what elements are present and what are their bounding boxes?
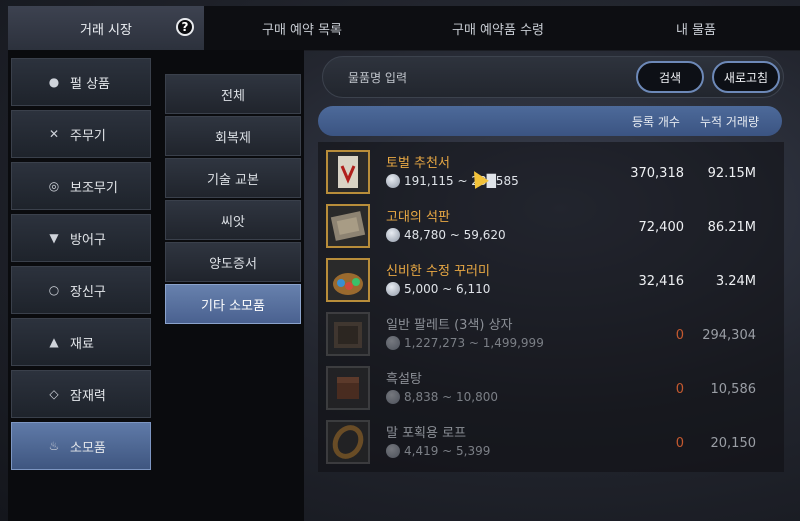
ring-icon: ○ [48, 283, 60, 297]
sugar-cube-icon [326, 366, 370, 410]
item-count: 0 [675, 436, 684, 451]
category-label: 펄 상품 [70, 76, 111, 92]
subcategory-other-consumables[interactable]: 기타 소모품 [165, 284, 301, 324]
category-potential[interactable]: ◇ 잠재력 [11, 370, 151, 418]
potion-icon: ♨ [48, 439, 60, 453]
item-price-range: 4,419 ~ 5,399 [404, 444, 491, 458]
palette-box-icon [326, 312, 370, 356]
subcategory-label: 양도증서 [209, 256, 257, 272]
category-label: 재료 [70, 336, 94, 352]
silver-coin-icon [386, 390, 400, 404]
subcategory-label: 전체 [221, 88, 245, 104]
search-button[interactable]: 검색 [636, 61, 704, 93]
list-item[interactable]: 고대의 석판 48,780 ~ 59,620 72,400 86.21M [322, 200, 782, 250]
top-tab-bar: 거래 시장 ? 구매 예약 목록 구매 예약품 수령 내 물품 [8, 6, 800, 51]
list-item[interactable]: 토벌 추천서 191,115 ~ 23█585 370,318 92.15M [322, 146, 782, 196]
item-volume: 10,586 [710, 382, 757, 397]
flask-icon: ▲ [49, 335, 59, 349]
list-item[interactable]: 일반 팔레트 (3색) 상자 1,227,273 ~ 1,499,999 0 2… [322, 308, 782, 358]
silver-coin-icon [386, 282, 400, 296]
item-name: 흑설탕 [386, 372, 422, 387]
crossed-swords-icon: ✕ [48, 127, 60, 141]
item-price-range: 48,780 ~ 59,620 [404, 228, 506, 242]
header-volume-label: 누적 거래량 [700, 115, 760, 129]
category-pearl-items[interactable]: ● 펄 상품 [11, 58, 151, 106]
tab-reserved-pickup-label: 구매 예약품 수령 [452, 22, 544, 38]
category-armor[interactable]: ▼ 방어구 [11, 214, 151, 262]
silver-coin-icon [386, 228, 400, 242]
diamond-icon: ◇ [49, 387, 59, 401]
silver-coin-icon [386, 174, 400, 188]
tab-purchase-reservations-label: 구매 예약 목록 [261, 22, 343, 38]
item-count: 0 [675, 328, 684, 343]
category-main-weapon[interactable]: ✕ 주무기 [11, 110, 151, 158]
item-price-range: 8,838 ~ 10,800 [404, 390, 499, 404]
item-volume: 92.15M [707, 166, 756, 181]
list-item[interactable]: 말 포획용 로프 4,419 ~ 5,399 0 20,150 [322, 416, 782, 466]
item-volume: 3.24M [715, 274, 756, 289]
item-count: 0 [675, 382, 684, 397]
header-count-label: 등록 개수 [632, 115, 680, 129]
subcategory-label: 회복제 [215, 130, 251, 146]
category-sub-weapon[interactable]: ◎ 보조무기 [11, 162, 151, 210]
category-label: 방어구 [70, 232, 106, 248]
item-price-range: 1,227,273 ~ 1,499,999 [404, 336, 544, 350]
subcategory-all[interactable]: 전체 [165, 74, 301, 114]
item-name: 고대의 석판 [386, 210, 450, 225]
stone-tablet-icon [326, 204, 370, 248]
list-item[interactable]: 신비한 수정 꾸러미 5,000 ~ 6,110 32,416 3.24M [322, 254, 782, 304]
item-count: 72,400 [638, 220, 685, 235]
item-volume: 86.21M [707, 220, 756, 235]
target-icon: ◎ [48, 179, 60, 193]
subcategory-skill-book[interactable]: 기술 교본 [165, 158, 301, 198]
item-count: 32,416 [638, 274, 685, 289]
help-icon[interactable]: ? [176, 18, 194, 36]
category-label: 잠재력 [70, 388, 106, 404]
subcategory-label: 씨앗 [221, 214, 245, 230]
tab-my-items-label: 내 물품 [675, 22, 716, 38]
pearl-icon: ● [48, 75, 60, 89]
silver-coin-icon [386, 444, 400, 458]
item-price-range: 5,000 ~ 6,110 [404, 282, 491, 296]
category-consumables[interactable]: ♨ 소모품 [11, 422, 151, 470]
armor-icon: ▼ [49, 231, 59, 245]
subcategory-label: 기타 소모품 [201, 298, 265, 314]
category-label: 장신구 [70, 284, 106, 300]
subcategory-label: 기술 교본 [207, 172, 259, 188]
item-count: 370,318 [630, 166, 684, 181]
tab-market-label: 거래 시장 [80, 22, 132, 38]
category-label: 주무기 [70, 128, 106, 144]
subcategory-seeds[interactable]: 씨앗 [165, 200, 301, 240]
silver-coin-icon [386, 336, 400, 350]
tab-market[interactable]: 거래 시장 ? [8, 6, 204, 50]
tab-my-items[interactable]: 내 물품 [596, 6, 796, 50]
item-name: 일반 팔레트 (3색) 상자 [386, 318, 513, 333]
item-price-range: 191,115 ~ 23█585 [404, 174, 519, 188]
tab-reserved-pickup[interactable]: 구매 예약품 수령 [400, 6, 596, 50]
category-material[interactable]: ▲ 재료 [11, 318, 151, 366]
item-name: 신비한 수정 꾸러미 [386, 264, 490, 279]
refresh-button[interactable]: 새로고침 [712, 61, 780, 93]
crystal-bundle-icon [326, 258, 370, 302]
category-accessory[interactable]: ○ 장신구 [11, 266, 151, 314]
item-volume: 294,304 [702, 328, 756, 343]
search-input[interactable] [346, 66, 630, 90]
tab-purchase-reservations[interactable]: 구매 예약 목록 [204, 6, 400, 50]
item-name: 말 포획용 로프 [386, 426, 467, 441]
rope-icon [326, 420, 370, 464]
item-name: 토벌 추천서 [386, 156, 450, 171]
subcategory-recovery[interactable]: 회복제 [165, 116, 301, 156]
list-item[interactable]: 흑설탕 8,838 ~ 10,800 0 10,586 [322, 362, 782, 412]
category-label: 소모품 [70, 440, 106, 456]
category-label: 보조무기 [70, 180, 118, 196]
subcategory-transfer-certificate[interactable]: 양도증서 [165, 242, 301, 282]
scroll-icon [326, 150, 370, 194]
item-volume: 20,150 [710, 436, 757, 451]
